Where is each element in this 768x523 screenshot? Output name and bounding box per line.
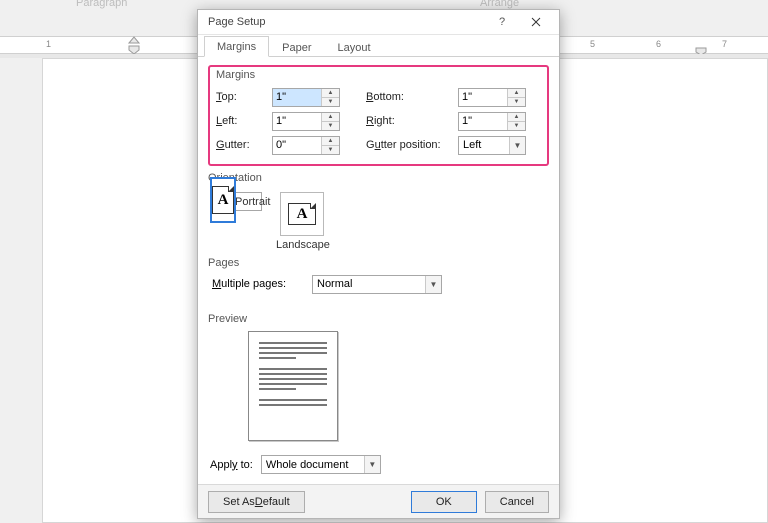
preview-legend: Preview — [208, 313, 549, 325]
apply-to-select[interactable]: Whole document ▼ — [261, 455, 381, 474]
page-setup-dialog: Page Setup ? Margins Paper Layout Margin… — [197, 9, 560, 519]
dialog-titlebar[interactable]: Page Setup ? — [198, 10, 559, 35]
margins-highlight-box: Margins Top: ▲▼ Bottom: ▲▼ Left: ▲▼ — [208, 65, 549, 166]
indent-marker-first-line[interactable] — [128, 36, 140, 54]
dialog-title: Page Setup — [208, 16, 485, 28]
tab-layout[interactable]: Layout — [324, 37, 383, 57]
chevron-down-icon: ▼ — [364, 456, 380, 473]
ribbon-section-hints: Paragraph Arrange — [0, 0, 768, 8]
spin-down-icon[interactable]: ▼ — [322, 98, 339, 106]
close-icon — [531, 17, 541, 27]
dialog-tabs: Margins Paper Layout — [198, 35, 559, 58]
top-input[interactable] — [273, 89, 321, 106]
right-input[interactable] — [459, 113, 507, 130]
bottom-label: Bottom: — [366, 91, 454, 103]
apply-to-label: Apply to: — [210, 459, 253, 471]
help-button[interactable]: ? — [485, 11, 519, 33]
top-spinner[interactable]: ▲▼ — [272, 88, 340, 107]
margins-legend: Margins — [216, 69, 541, 84]
spin-up-icon[interactable]: ▲ — [322, 89, 339, 98]
chevron-down-icon: ▼ — [509, 137, 525, 154]
chevron-down-icon: ▼ — [425, 276, 441, 293]
right-spinner[interactable]: ▲▼ — [458, 112, 526, 131]
ok-button[interactable]: OK — [411, 491, 477, 513]
gutter-spinner[interactable]: ▲▼ — [272, 136, 340, 155]
ribbon-hint-arrange: Arrange — [480, 0, 519, 9]
set-as-default-button[interactable]: Set As Default — [208, 491, 305, 513]
tab-paper[interactable]: Paper — [269, 37, 324, 57]
right-label: Right: — [366, 115, 454, 127]
orientation-portrait[interactable]: A Portrait — [210, 192, 262, 211]
pages-legend: Pages — [208, 257, 549, 269]
gutter-position-label: Gutter position: — [366, 139, 454, 151]
orientation-legend: Orientation — [208, 172, 549, 184]
multiple-pages-label: Multiple pages: — [212, 278, 308, 290]
bottom-spinner[interactable]: ▲▼ — [458, 88, 526, 107]
gutter-label: Gutter: — [216, 139, 268, 151]
preview-thumbnail — [248, 331, 338, 441]
multiple-pages-select[interactable]: Normal ▼ — [312, 275, 442, 294]
left-label: Left: — [216, 115, 268, 127]
dialog-footer: Set As Default OK Cancel — [198, 484, 559, 518]
ribbon-hint-paragraph: Paragraph — [76, 0, 127, 9]
bottom-input[interactable] — [459, 89, 507, 106]
gutter-input[interactable] — [273, 137, 321, 154]
gutter-position-select[interactable]: Left ▼ — [458, 136, 526, 155]
orientation-group: A Portrait A Landscape — [208, 188, 549, 251]
left-input[interactable] — [273, 113, 321, 130]
orientation-landscape[interactable]: A Landscape — [276, 192, 328, 251]
cancel-button[interactable]: Cancel — [485, 491, 549, 513]
top-label: Top: — [216, 91, 268, 103]
left-spinner[interactable]: ▲▼ — [272, 112, 340, 131]
close-button[interactable] — [519, 11, 553, 33]
tab-margins[interactable]: Margins — [204, 36, 269, 57]
